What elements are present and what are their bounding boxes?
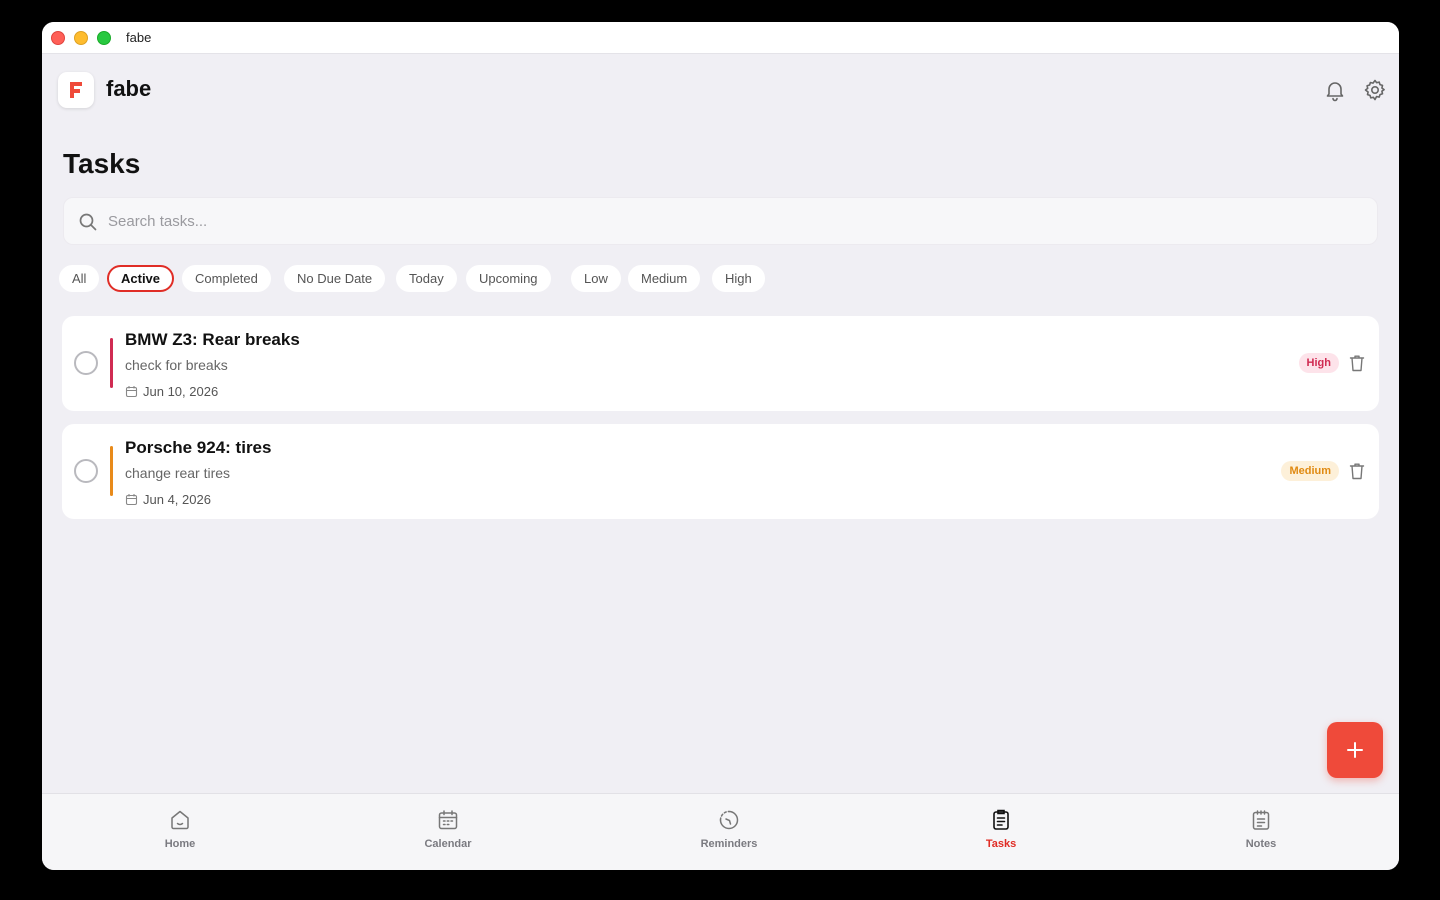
calendar-icon bbox=[438, 810, 458, 830]
window-title: fabe bbox=[126, 30, 152, 45]
tab-tasks[interactable]: Tasks bbox=[956, 808, 1046, 850]
tab-reminders[interactable]: Reminders bbox=[684, 808, 774, 850]
gear-icon[interactable] bbox=[1363, 78, 1387, 102]
tab-notes[interactable]: Notes bbox=[1216, 808, 1306, 850]
app-window: fabe fabe Tasks All Active Completed No … bbox=[42, 22, 1399, 870]
calendar-small-icon bbox=[125, 386, 138, 398]
app-name: fabe bbox=[106, 76, 152, 101]
search-icon bbox=[79, 213, 97, 231]
plus-icon bbox=[1347, 742, 1363, 758]
task-complete-checkbox[interactable] bbox=[74, 351, 98, 375]
page-title: Tasks bbox=[63, 148, 141, 179]
task-due-date: Jun 4, 2026 bbox=[125, 492, 211, 507]
app-header: fabe bbox=[42, 54, 1399, 124]
task-due-date: Jun 10, 2026 bbox=[125, 384, 218, 399]
calendar-small-icon bbox=[125, 494, 138, 506]
filter-high[interactable]: High bbox=[712, 265, 765, 292]
bell-icon[interactable] bbox=[1323, 78, 1347, 102]
notes-icon bbox=[1252, 810, 1270, 830]
tab-label: Reminders bbox=[700, 838, 758, 850]
task-date-text: Jun 4, 2026 bbox=[143, 492, 211, 507]
tab-label: Notes bbox=[1245, 838, 1277, 850]
priority-badge: Medium bbox=[1281, 461, 1339, 481]
task-title: BMW Z3: Rear breaks bbox=[125, 330, 300, 349]
filter-medium[interactable]: Medium bbox=[628, 265, 701, 292]
task-description: check for breaks bbox=[125, 357, 228, 373]
filter-all[interactable]: All bbox=[59, 265, 100, 292]
filter-active[interactable]: Active bbox=[107, 265, 175, 292]
task-card[interactable]: Porsche 924: tires change rear tires Jun… bbox=[62, 424, 1379, 519]
filter-completed[interactable]: Completed bbox=[182, 265, 271, 292]
task-card[interactable]: BMW Z3: Rear breaks check for breaks Jun… bbox=[62, 316, 1379, 411]
tab-label: Calendar bbox=[424, 838, 472, 850]
minimize-window-button[interactable] bbox=[74, 31, 88, 45]
logo-f-icon bbox=[70, 82, 82, 98]
title-bar: fabe bbox=[42, 22, 1399, 54]
reminder-icon bbox=[719, 810, 739, 830]
tab-label: Home bbox=[164, 838, 196, 850]
add-task-button[interactable] bbox=[1327, 722, 1383, 778]
trash-icon[interactable] bbox=[1347, 461, 1367, 481]
priority-bar bbox=[110, 446, 113, 496]
tab-label: Tasks bbox=[985, 838, 1017, 850]
task-date-text: Jun 10, 2026 bbox=[143, 384, 219, 399]
search-bar bbox=[63, 197, 1378, 245]
home-icon bbox=[171, 810, 189, 830]
task-complete-checkbox[interactable] bbox=[74, 459, 98, 483]
priority-badge: High bbox=[1298, 353, 1339, 373]
task-title: Porsche 924: tires bbox=[125, 438, 272, 457]
trash-icon[interactable] bbox=[1347, 353, 1367, 373]
app-logo bbox=[58, 72, 94, 108]
search-input[interactable] bbox=[108, 198, 1358, 244]
bottom-tab-bar: Home Calendar Reminders Tasks Notes bbox=[42, 793, 1399, 870]
close-window-button[interactable] bbox=[51, 31, 65, 45]
zoom-window-button[interactable] bbox=[97, 31, 111, 45]
filter-low[interactable]: Low bbox=[571, 265, 621, 292]
tab-home[interactable]: Home bbox=[135, 808, 225, 850]
task-description: change rear tires bbox=[125, 465, 231, 481]
tab-calendar[interactable]: Calendar bbox=[403, 808, 493, 850]
tasks-icon bbox=[993, 809, 1009, 830]
filter-upcoming[interactable]: Upcoming bbox=[466, 265, 551, 292]
filter-no-due-date[interactable]: No Due Date bbox=[284, 265, 386, 292]
filter-today[interactable]: Today bbox=[396, 265, 457, 292]
priority-bar bbox=[110, 338, 113, 388]
